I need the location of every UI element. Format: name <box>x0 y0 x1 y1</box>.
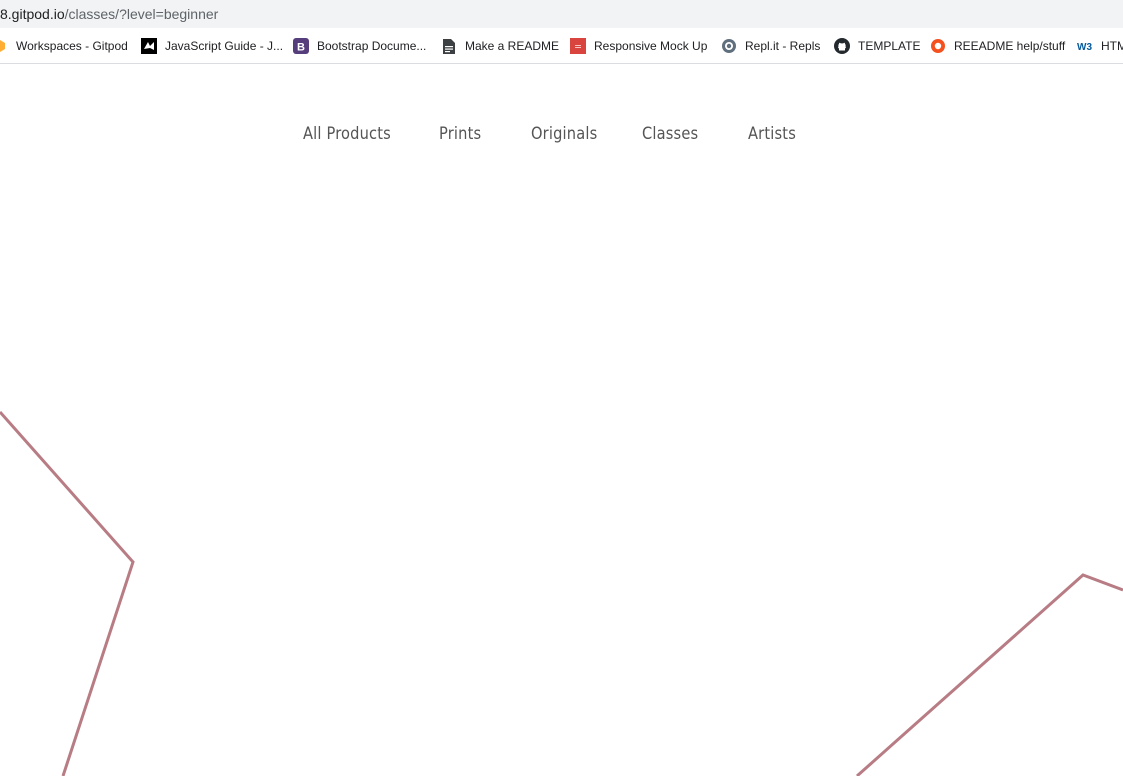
bookmark-template[interactable]: TEMPLATE <box>834 36 920 56</box>
bookmarks-bar: Workspaces - Gitpod JavaScript Guide - J… <box>0 28 1123 64</box>
bookmark-w3schools[interactable]: W3 HTM <box>1077 36 1123 56</box>
readme-icon <box>930 38 946 54</box>
address-bar[interactable]: 8.gitpod.io/classes/?level=beginner <box>0 0 1123 28</box>
bookmark-label: HTM <box>1101 39 1123 53</box>
decorative-line-right <box>856 573 1123 776</box>
w3schools-icon: W3 <box>1077 38 1093 54</box>
bookmark-label: TEMPLATE <box>858 39 921 53</box>
bookmark-label: Bootstrap Docume... <box>317 39 427 53</box>
bookmark-replit[interactable]: Repl.it - Repls <box>721 36 820 56</box>
gitpod-icon <box>0 38 8 54</box>
nav-artists[interactable]: Artists <box>748 124 796 144</box>
responsive-icon <box>570 38 586 54</box>
github-icon <box>834 38 850 54</box>
document-icon <box>441 38 457 54</box>
bookmark-label: REEADME help/stuff <box>954 39 1066 53</box>
bookmark-make-readme[interactable]: Make a README <box>441 36 559 56</box>
bookmark-label: Make a README <box>465 39 560 53</box>
nav-classes[interactable]: Classes <box>642 124 698 144</box>
decorative-lines <box>0 411 1123 776</box>
nav-prints[interactable]: Prints <box>439 124 481 144</box>
bookmark-responsive-mockup[interactable]: Responsive Mock Up <box>570 36 707 56</box>
nav-all-products[interactable]: All Products <box>303 124 391 144</box>
decorative-line-left <box>0 411 135 776</box>
bookmark-bootstrap[interactable]: B Bootstrap Docume... <box>293 36 426 56</box>
url-path: /classes/?level=beginner <box>64 6 219 22</box>
bookmark-label: Responsive Mock Up <box>594 39 708 53</box>
replit-icon <box>721 38 737 54</box>
svg-text:W3: W3 <box>1077 42 1092 53</box>
main-nav: All Products Prints Originals Classes Ar… <box>0 124 1123 148</box>
url-host: 8.gitpod.io <box>0 6 65 22</box>
nav-originals[interactable]: Originals <box>531 124 597 144</box>
bookmark-javascript-guide[interactable]: JavaScript Guide - J... <box>141 36 283 56</box>
bookmark-label: Repl.it - Repls <box>745 39 821 53</box>
bookmark-label: JavaScript Guide - J... <box>165 39 284 53</box>
svg-text:B: B <box>297 42 305 54</box>
url-text[interactable]: 8.gitpod.io/classes/?level=beginner <box>0 6 218 22</box>
bookmark-readme-help[interactable]: REEADME help/stuff <box>930 36 1065 56</box>
bookmark-label: Workspaces - Gitpod <box>16 39 128 53</box>
bootstrap-icon: B <box>293 38 309 54</box>
bookmark-gitpod[interactable]: Workspaces - Gitpod <box>0 36 128 56</box>
mdn-icon <box>141 38 157 54</box>
